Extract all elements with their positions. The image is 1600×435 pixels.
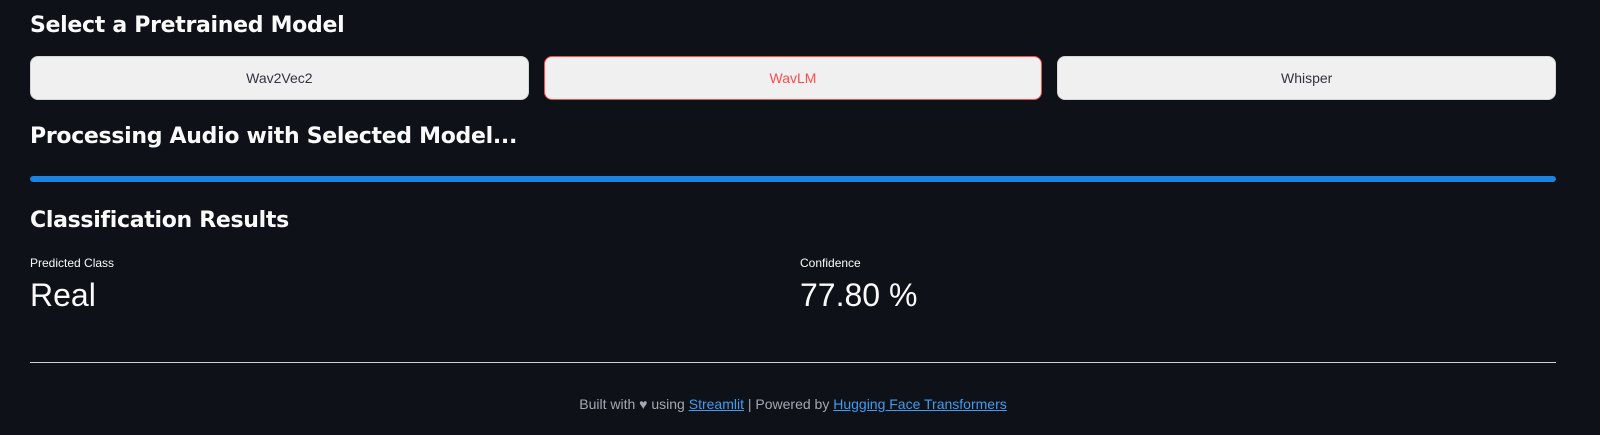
predicted-class-metric: Predicted Class Real: [30, 255, 114, 315]
predicted-class-label: Predicted Class: [30, 256, 115, 270]
heart-icon: ♥: [639, 396, 648, 412]
footer-using: using: [651, 396, 685, 412]
footer-separator: | Powered by: [747, 396, 830, 412]
hugging-face-link[interactable]: Hugging Face Transformers: [833, 396, 1007, 412]
predicted-class-value: Real: [30, 277, 96, 313]
results-heading: Classification Results: [30, 208, 289, 233]
confidence-label: Confidence: [800, 256, 861, 270]
footer: Built with ♥ using Streamlit | Powered b…: [0, 396, 1586, 412]
model-button-wav2vec2[interactable]: Wav2Vec2: [30, 56, 529, 100]
app-page: Select a Pretrained Model Wav2Vec2 WavLM…: [0, 0, 1600, 435]
streamlit-link[interactable]: Streamlit: [689, 396, 744, 412]
confidence-metric: Confidence 77.80 %: [800, 255, 917, 315]
processing-heading: Processing Audio with Selected Model...: [30, 124, 518, 149]
confidence-value: 77.80 %: [800, 277, 918, 313]
model-button-whisper[interactable]: Whisper: [1057, 56, 1557, 100]
model-button-wavlm[interactable]: WavLM: [543, 56, 1043, 100]
select-model-heading: Select a Pretrained Model: [30, 13, 345, 38]
progress-bar: [30, 176, 1556, 182]
footer-divider: [30, 362, 1556, 363]
progress-bar-fill: [30, 176, 1556, 182]
model-selector: Wav2Vec2 WavLM Whisper: [30, 56, 1557, 100]
footer-built-with: Built with: [579, 396, 636, 412]
